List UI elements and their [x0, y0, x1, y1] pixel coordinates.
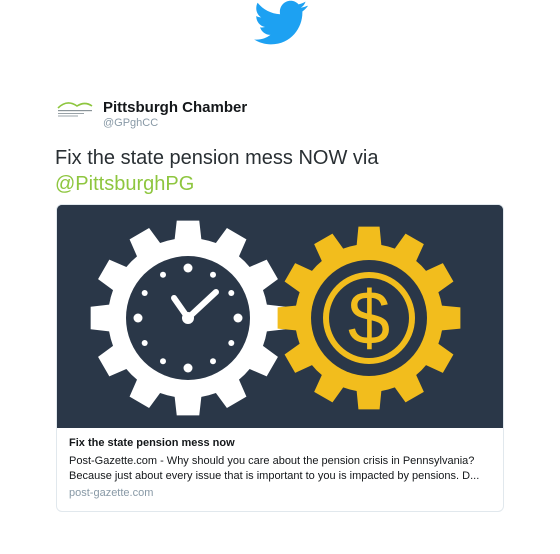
- pension-gears-image: $: [57, 205, 503, 428]
- card-title[interactable]: Fix the state pension mess now: [69, 436, 491, 451]
- author-display-name[interactable]: Pittsburgh Chamber: [103, 99, 247, 117]
- author-handle[interactable]: @GPghCC: [103, 116, 247, 130]
- twitter-bird-icon: [254, 0, 308, 45]
- tweet-text: Fix the state pension mess NOW via @Pitt…: [55, 145, 495, 197]
- mention-link[interactable]: @PittsburghPG: [55, 173, 194, 195]
- tweet-text-body: Fix the state pension mess NOW via: [55, 147, 379, 169]
- card-domain[interactable]: post-gazette.com: [69, 486, 491, 501]
- chamber-logo-avatar: [57, 102, 93, 117]
- card-description: Post-Gazette.com - Why should you care a…: [69, 455, 480, 482]
- link-card[interactable]: $ Fix the state pension mess now Post-Ga…: [56, 204, 504, 512]
- svg-text:$: $: [348, 276, 390, 361]
- tweet-author[interactable]: Pittsburgh Chamber @GPghCC: [55, 99, 247, 130]
